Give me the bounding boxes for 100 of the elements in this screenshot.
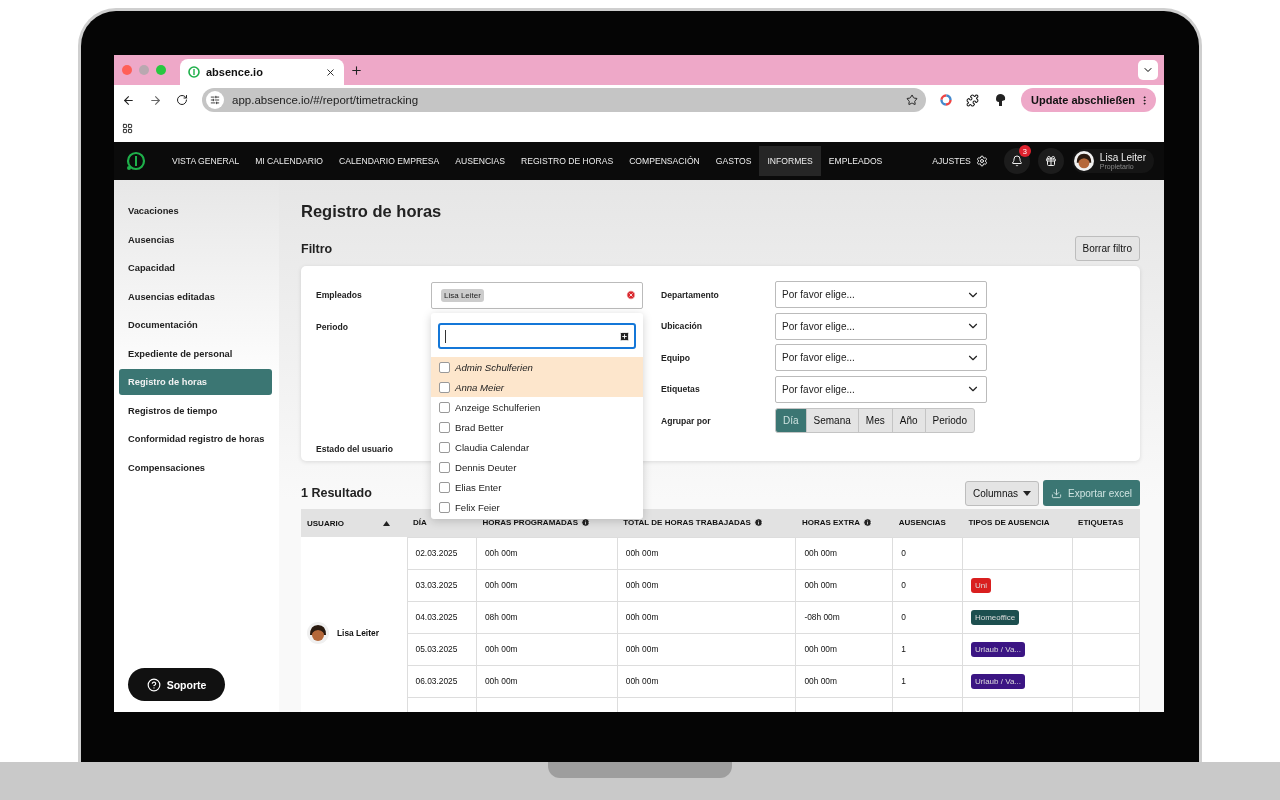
results-heading: 1 Resultado: [301, 486, 372, 500]
export-button[interactable]: Exportar excel: [1043, 480, 1140, 506]
help-icon: [146, 677, 161, 692]
column-header[interactable]: USUARIO: [301, 509, 407, 537]
sidebar-item[interactable]: Conformidad registro de horas: [119, 426, 272, 452]
select-field[interactable]: Por favor elige...: [775, 312, 987, 340]
apps-icon[interactable]: [122, 123, 133, 134]
color-ring-icon[interactable]: [940, 94, 953, 106]
group-by-option[interactable]: Mes: [857, 408, 893, 433]
nav-item[interactable]: INFORMES: [759, 146, 821, 176]
table-cell: 1: [892, 633, 963, 665]
nav-item[interactable]: EMPLEADOS: [820, 146, 891, 176]
field-label: Periodo: [316, 322, 349, 332]
settings-icon: [975, 155, 988, 167]
group-by-option[interactable]: Semana: [805, 408, 859, 433]
checkbox[interactable]: [439, 381, 450, 393]
absence-tag: Urlaub / Va...: [970, 642, 1025, 657]
filter-heading: Filtro: [301, 241, 333, 256]
dropdown-item[interactable]: Dennis Deuter: [431, 457, 643, 477]
search-field[interactable]: [438, 323, 636, 349]
nav-item[interactable]: AUSENCIAS: [447, 146, 513, 176]
sidebar-item[interactable]: Ausencias editadas: [119, 283, 272, 310]
extensions-icon[interactable]: [966, 93, 980, 107]
employee-name: Elias Enter: [455, 481, 502, 493]
nav-item[interactable]: COMPENSACIÓN: [621, 146, 708, 176]
employee-name: Anna Meier: [455, 381, 505, 393]
nav-item[interactable]: REGISTRO DE HORAS: [512, 146, 622, 176]
table-cell: 00h 00m: [476, 569, 618, 601]
clear-filter-button[interactable]: Borrar filtro: [1074, 236, 1140, 261]
nav-item[interactable]: VISTA GENERAL: [164, 146, 248, 176]
column-header[interactable]: ETIQUETAS: [1072, 509, 1140, 537]
group-by-option[interactable]: Periodo: [924, 408, 975, 433]
checkbox[interactable]: [439, 501, 450, 513]
dropdown-item[interactable]: Anzeige Schulferien: [431, 397, 643, 417]
profile-icon[interactable]: [993, 93, 1008, 107]
nav-item[interactable]: MI CALENDARIO: [247, 146, 331, 176]
browser-tab[interactable]: absence.io: [180, 59, 344, 85]
dropdown-item[interactable]: Admin Schulferien: [431, 357, 643, 377]
forward-icon[interactable]: [149, 93, 162, 107]
dropdown-item[interactable]: Claudia Calendar: [431, 437, 643, 457]
info-icon: [863, 518, 873, 528]
sidebar-item[interactable]: Registro de horas: [119, 369, 272, 395]
column-header[interactable]: AUSENCIAS: [892, 509, 963, 537]
sidebar-item[interactable]: Registros de tiempo: [119, 397, 272, 424]
sidebar-item[interactable]: Documentación: [119, 312, 272, 338]
add-icon[interactable]: [619, 330, 630, 342]
column-header[interactable]: TIPOS DE AUSENCIA: [962, 509, 1073, 537]
select-field[interactable]: Por favor elige...: [775, 344, 987, 371]
site-settings-icon[interactable]: [206, 91, 224, 109]
sidebar-item[interactable]: Compensaciones: [119, 454, 272, 481]
checkbox[interactable]: [439, 441, 450, 453]
select-field[interactable]: Por favor elige...: [775, 281, 987, 308]
table-cell: 1: [892, 665, 963, 697]
settings-link[interactable]: AJUSTES: [932, 155, 988, 167]
field-label: Ubicación: [661, 321, 704, 331]
checkbox[interactable]: [439, 421, 450, 433]
select-field[interactable]: Por favor elige...: [775, 375, 987, 403]
table-cell: 03.03.2025: [407, 569, 477, 601]
table-cell: 00h 00m: [617, 537, 796, 569]
checkbox[interactable]: [439, 461, 450, 473]
sidebar-item[interactable]: Ausencias: [119, 226, 272, 253]
support-button[interactable]: Soporte: [128, 668, 225, 701]
reload-icon[interactable]: [176, 94, 188, 106]
new-tab-icon[interactable]: [350, 63, 363, 77]
employee-name: Claudia Calendar: [455, 441, 530, 453]
app-logo-icon[interactable]: [126, 151, 146, 171]
table-cell: 00h 00m: [617, 665, 796, 697]
column-header[interactable]: HORAS EXTRA: [795, 509, 893, 537]
close-tab-icon[interactable]: [325, 66, 336, 78]
back-icon[interactable]: [122, 93, 135, 107]
column-header[interactable]: TOTAL DE HORAS TRABAJADAS: [617, 509, 796, 537]
dropdown-item[interactable]: Brad Better: [431, 417, 643, 437]
group-by-option[interactable]: Día: [775, 408, 807, 433]
employee-field[interactable]: Lisa Leiter: [431, 281, 643, 309]
sort-icon[interactable]: [382, 520, 390, 526]
nav-item[interactable]: GASTOS: [707, 146, 760, 176]
gift-button[interactable]: [1037, 148, 1064, 174]
update-button[interactable]: Update abschließen: [1021, 88, 1156, 112]
columns-button[interactable]: Columnas: [965, 480, 1040, 506]
dropdown-item[interactable]: Elias Enter: [431, 477, 643, 497]
checkbox[interactable]: [439, 361, 450, 373]
dropdown-item[interactable]: Anna Meier: [431, 377, 643, 397]
table-cell: 06.03.2025: [407, 665, 477, 697]
group-by-option[interactable]: Año: [891, 408, 926, 433]
caret-icon: [1023, 490, 1032, 496]
field-label: Empleados: [316, 290, 363, 300]
sidebar-item[interactable]: Capacidad: [119, 255, 272, 281]
sidebar-item[interactable]: Expediente de personal: [119, 340, 272, 367]
tab-list-icon[interactable]: [1138, 60, 1158, 80]
employee-name: Admin Schulferien: [455, 361, 533, 373]
star-icon[interactable]: [906, 94, 919, 106]
table-cell: 08h 00m: [476, 601, 618, 633]
user-name: Lisa Leiter: [1099, 152, 1146, 163]
address-bar[interactable]: app.absence.io/#/report/timetracking: [202, 88, 927, 112]
sidebar-item[interactable]: Vacaciones: [119, 198, 272, 224]
checkbox[interactable]: [439, 481, 450, 493]
checkbox[interactable]: [439, 401, 450, 413]
clear-icon[interactable]: [626, 290, 636, 300]
gift-icon: [1044, 155, 1057, 167]
nav-item[interactable]: CALENDARIO EMPRESA: [331, 146, 448, 176]
